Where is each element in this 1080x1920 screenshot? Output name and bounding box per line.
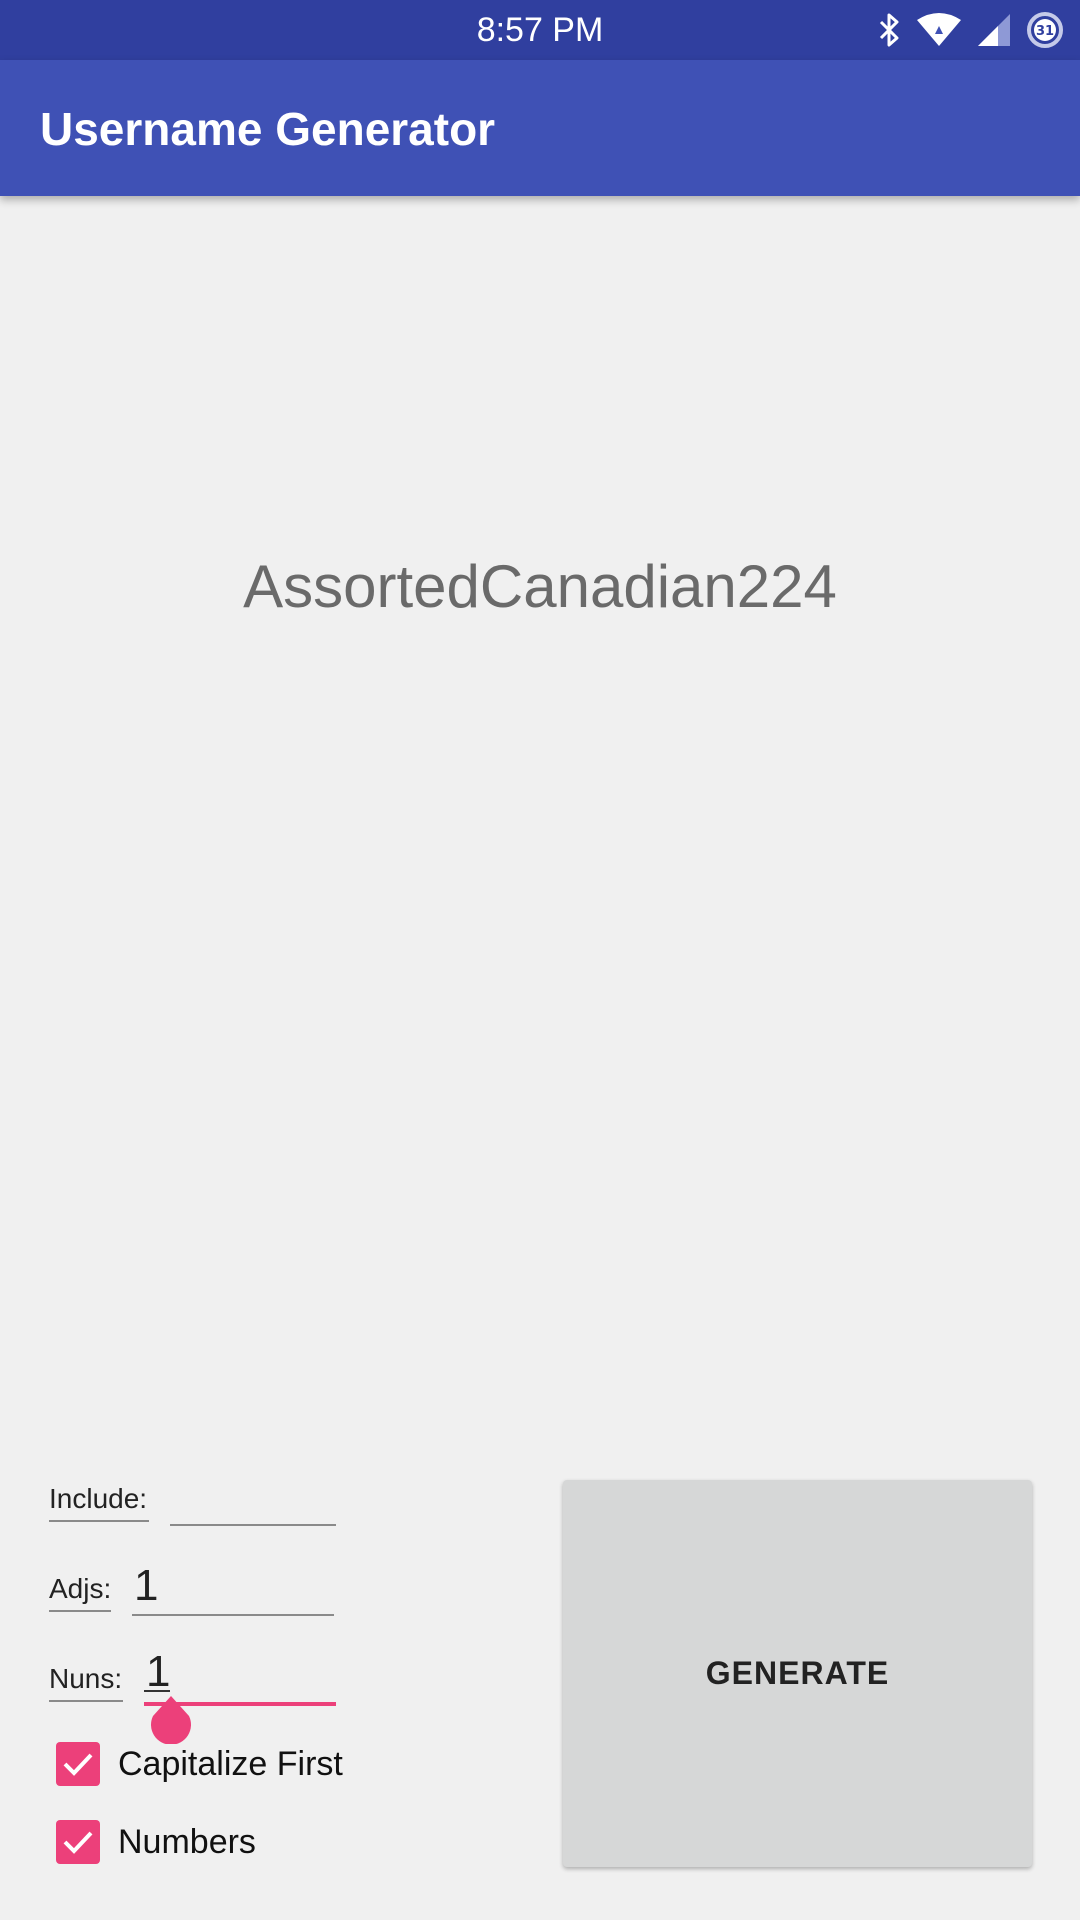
cell-signal-icon: [976, 12, 1012, 48]
calendar-badge-number: 31: [1036, 24, 1054, 39]
app-bar: Username Generator: [0, 60, 1080, 196]
app-title: Username Generator: [40, 103, 496, 155]
calendar-badge-icon: 31: [1026, 11, 1064, 49]
numbers-label: Numbers: [118, 1823, 256, 1861]
nuns-label: Nuns:: [49, 1662, 123, 1702]
generate-button-label: GENERATE: [705, 1655, 890, 1691]
text-cursor-handle[interactable]: [147, 1696, 195, 1745]
status-bar: 8:57 PM 31: [0, 0, 1080, 60]
check-icon: [63, 1753, 93, 1776]
check-icon: [63, 1831, 93, 1854]
text-selection-underline: [144, 1690, 170, 1692]
bluetooth-icon: [876, 12, 902, 48]
include-label: Include:: [49, 1482, 149, 1522]
adjs-label: Adjs:: [49, 1572, 111, 1612]
status-icons: 31: [876, 10, 1064, 50]
include-input[interactable]: [170, 1476, 336, 1526]
generate-button[interactable]: GENERATE: [563, 1480, 1032, 1867]
adjs-input[interactable]: 1: [132, 1562, 334, 1616]
capitalize-first-checkbox[interactable]: [56, 1742, 100, 1786]
capitalize-first-option[interactable]: Capitalize First: [56, 1742, 343, 1786]
numbers-checkbox[interactable]: [56, 1820, 100, 1864]
generated-username: AssortedCanadian224: [243, 553, 837, 620]
numbers-option[interactable]: Numbers: [56, 1820, 256, 1864]
capitalize-first-label: Capitalize First: [118, 1745, 343, 1783]
wifi-icon: [916, 12, 962, 48]
